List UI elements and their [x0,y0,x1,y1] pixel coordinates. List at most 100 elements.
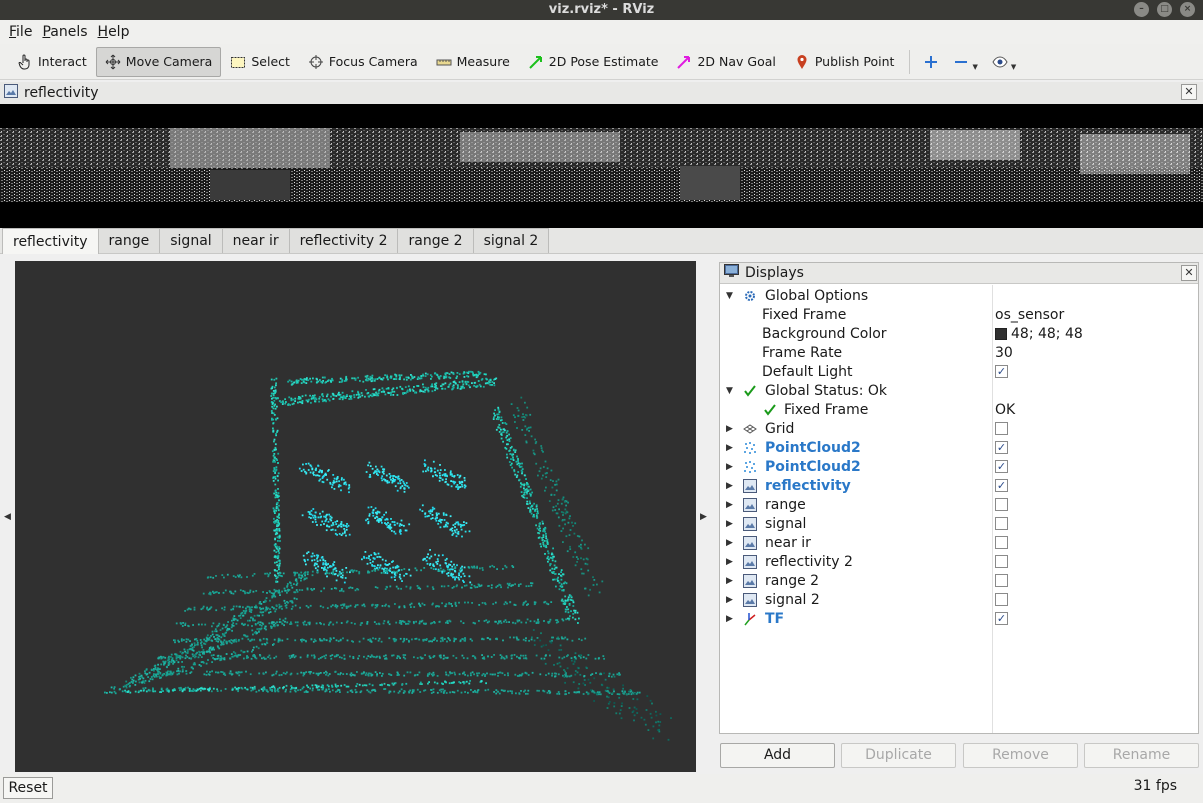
add-tool-button[interactable] [916,47,946,77]
tab-reflectivity-2[interactable]: reflectivity 2 [288,228,399,253]
expand-right-icon[interactable]: ▶ [726,500,733,510]
tab-near-ir[interactable]: near ir [221,228,290,253]
eye-icon [992,54,1008,70]
display-row[interactable]: Fixed Frame OK [720,400,1198,419]
expand-down-icon[interactable]: ▼ [726,386,733,396]
display-checkbox[interactable] [995,555,1008,568]
display-row[interactable]: ▼ Global Options [720,286,1198,305]
display-row[interactable]: Background Color 48; 48; 48 [720,324,1198,343]
menu-panels[interactable]: Panels [37,24,92,40]
publish-point-tool[interactable]: Publish Point [785,47,904,77]
move-camera-tool[interactable]: Move Camera [95,46,222,77]
display-row-value[interactable] [995,555,1008,568]
focus-camera-tool[interactable]: Focus Camera [299,47,427,77]
display-row-value[interactable] [995,574,1008,587]
right-dock-collapse-icon[interactable]: ▶ [700,512,707,522]
display-checkbox[interactable]: ✓ [995,441,1008,454]
display-checkbox[interactable]: ✓ [995,479,1008,492]
image-panel-icon [4,84,18,102]
expand-right-icon[interactable]: ▶ [726,481,733,491]
display-checkbox[interactable] [995,536,1008,549]
display-row[interactable]: ▶ reflectivity 2 [720,552,1198,571]
display-row-value[interactable] [995,517,1008,530]
expand-right-icon[interactable]: ▶ [726,614,733,624]
display-row-value[interactable] [995,422,1008,435]
display-row[interactable]: ▶ range [720,495,1198,514]
display-row-label: Frame Rate [762,344,843,361]
close-icon[interactable]: × [1180,2,1195,17]
add-button[interactable]: Add [720,743,835,768]
display-row-value[interactable]: ✓ [995,479,1008,492]
left-dock-collapse-icon[interactable]: ◀ [4,512,11,522]
expand-down-icon[interactable]: ▼ [726,291,733,301]
display-row-value[interactable]: ✓ [995,460,1008,473]
interact-tool[interactable]: Interact [8,47,96,77]
reset-button[interactable]: Reset [3,777,53,799]
nav-goal-tool[interactable]: 2D Nav Goal [667,47,784,77]
display-row[interactable]: ▶ Grid [720,419,1198,438]
expand-right-icon[interactable]: ▶ [726,538,733,548]
duplicate-button[interactable]: Duplicate [841,743,956,768]
display-row[interactable]: ▶ near ir [720,533,1198,552]
rename-button[interactable]: Rename [1084,743,1199,768]
expand-right-icon[interactable]: ▶ [726,576,733,586]
expand-right-icon[interactable]: ▶ [726,462,733,472]
fps-counter: 31 fps [1133,778,1177,794]
tf-icon [743,612,757,626]
status-bar: Reset 31 fps [0,774,1203,803]
display-checkbox[interactable] [995,422,1008,435]
display-row-value[interactable]: ✓ [995,612,1008,625]
pose-estimate-tool[interactable]: 2D Pose Estimate [519,47,668,77]
remove-tool-button[interactable]: ▼ [946,47,984,77]
maximize-icon[interactable]: □ [1157,2,1172,17]
display-row-value[interactable] [995,536,1008,549]
display-checkbox[interactable] [995,498,1008,511]
display-row[interactable]: ▼ Global Status: Ok [720,381,1198,400]
tab-range[interactable]: range [97,228,161,253]
tab-range-2[interactable]: range 2 [397,228,474,253]
display-row[interactable]: Fixed Frame os_sensor [720,305,1198,324]
display-row-value[interactable] [995,593,1008,606]
display-row[interactable]: ▶ reflectivity ✓ [720,476,1198,495]
interact-label: Interact [38,54,87,69]
expand-right-icon[interactable]: ▶ [726,595,733,605]
displays-close-icon[interactable]: ✕ [1181,265,1197,281]
measure-tool[interactable]: Measure [427,47,519,77]
tab-signal[interactable]: signal [159,228,223,253]
display-row[interactable]: ▶ signal 2 [720,590,1198,609]
display-row[interactable]: ▶ TF ✓ [720,609,1198,628]
display-row-value[interactable]: ✓ [995,441,1008,454]
display-row-label: Background Color [762,325,887,342]
remove-button[interactable]: Remove [963,743,1078,768]
gear-icon [743,289,757,303]
display-row-value[interactable] [995,498,1008,511]
display-row[interactable]: ▶ PointCloud2 ✓ [720,457,1198,476]
display-row[interactable]: Frame Rate 30 [720,343,1198,362]
expand-right-icon[interactable]: ▶ [726,519,733,529]
menu-file[interactable]: File [4,24,37,40]
image-icon [743,535,757,550]
expand-right-icon[interactable]: ▶ [726,443,733,453]
view-tools-button[interactable]: ▼ [985,47,1023,77]
select-tool[interactable]: Select [221,47,299,77]
tab-reflectivity[interactable]: reflectivity [2,228,99,254]
display-row[interactable]: ▶ signal [720,514,1198,533]
display-checkbox[interactable] [995,517,1008,530]
render-viewport[interactable] [15,261,696,772]
display-checkbox[interactable]: ✓ [995,460,1008,473]
color-swatch[interactable] [995,327,1007,340]
expand-right-icon[interactable]: ▶ [726,424,733,434]
tab-signal-2[interactable]: signal 2 [472,228,550,253]
expand-right-icon[interactable]: ▶ [726,557,733,567]
display-row[interactable]: ▶ PointCloud2 ✓ [720,438,1198,457]
minimize-icon[interactable]: – [1134,2,1149,17]
display-row[interactable]: Default Light ✓ [720,362,1198,381]
display-checkbox[interactable] [995,593,1008,606]
display-row-value[interactable]: ✓ [995,365,1008,378]
image-panel-close-icon[interactable]: ✕ [1181,84,1197,100]
display-checkbox[interactable]: ✓ [995,612,1008,625]
display-checkbox[interactable] [995,574,1008,587]
display-row[interactable]: ▶ range 2 [720,571,1198,590]
menu-help[interactable]: Help [93,24,135,40]
display-checkbox[interactable]: ✓ [995,365,1008,378]
